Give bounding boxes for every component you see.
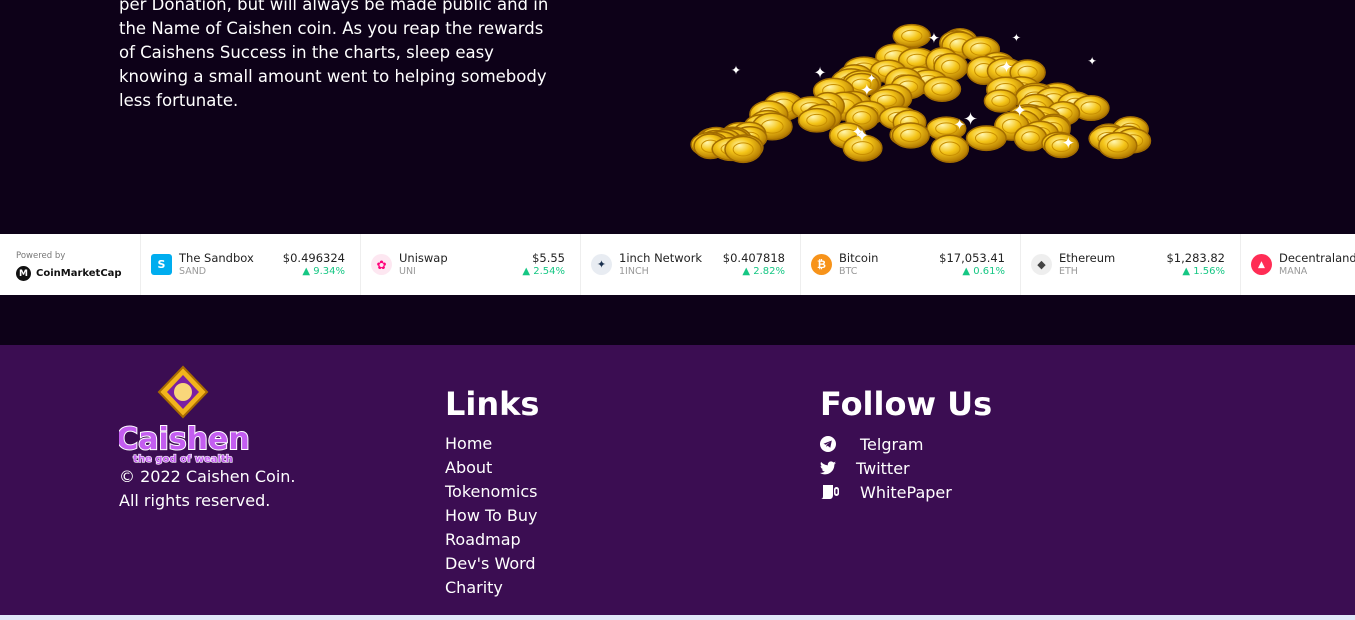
ticker-item-decentraland[interactable]: ▲ Decentraland MANA — [1241, 234, 1355, 295]
coin-change-value: 2.54% — [533, 266, 565, 277]
coin-name: 1inch Network — [619, 251, 703, 265]
coin-price: $5.55 — [532, 251, 565, 265]
coin-name: The Sandbox — [179, 251, 254, 265]
uniswap-icon: ✿ — [371, 254, 392, 275]
link-tokenomics[interactable]: Tokenomics — [445, 480, 538, 504]
ticker-item-1inch[interactable]: ✦ 1inch Network 1INCH $0.407818 ▲ 2.82% — [581, 234, 801, 295]
copyright-line-1: © 2022 Caishen Coin. — [119, 467, 296, 486]
twitter-icon — [820, 459, 840, 477]
link-roadmap[interactable]: Roadmap — [445, 528, 538, 552]
coin-change-value: 9.34% — [313, 266, 345, 277]
svg-text:✦: ✦ — [1012, 32, 1021, 45]
coinmarketcap-icon: M — [16, 266, 31, 281]
copyright: © 2022 Caishen Coin. All rights reserved… — [119, 465, 296, 513]
coin-name: Ethereum — [1059, 251, 1116, 265]
svg-text:✦: ✦ — [954, 118, 966, 134]
coin-name: Decentraland — [1279, 251, 1355, 265]
coin-symbol: MANA — [1279, 266, 1308, 277]
links-heading: Links — [445, 385, 540, 423]
whitepaper-icon — [820, 483, 840, 501]
svg-text:✦: ✦ — [731, 63, 741, 78]
coin-change: ▲ 0.61% — [962, 266, 1005, 277]
coin-change: ▲ 9.34% — [302, 266, 345, 277]
svg-text:✦: ✦ — [928, 31, 940, 47]
telegram-icon — [820, 435, 840, 453]
social-label: WhitePaper — [860, 482, 952, 502]
footer-links: Home About Tokenomics How To Buy Roadmap… — [445, 432, 538, 600]
ticker-item-sandbox[interactable]: S The Sandbox SAND $0.496324 ▲ 9.34% — [141, 234, 361, 295]
ethereum-icon: ◆ — [1031, 254, 1052, 275]
coin-change: ▲ 2.82% — [742, 266, 785, 277]
decentraland-icon: ▲ — [1251, 254, 1272, 275]
coinmarketcap-logo[interactable]: M CoinMarketCap — [16, 266, 122, 281]
coin-price: $0.407818 — [722, 251, 785, 265]
follow-us-heading: Follow Us — [820, 385, 993, 423]
gold-coins-image: ✦✦✦✦✦✦✦✦✦✦✦✦✦✦ — [690, 23, 1152, 164]
ticker-item-bitcoin[interactable]: ₿ Bitcoin BTC $17,053.41 ▲ 0.61% — [801, 234, 1021, 295]
coin-change-value: 0.61% — [973, 266, 1005, 277]
svg-text:✦: ✦ — [866, 72, 876, 86]
coin-price: $1,283.82 — [1166, 251, 1225, 265]
link-devs-word[interactable]: Dev's Word — [445, 552, 538, 576]
powered-by-coinmarketcap[interactable]: Powered by M CoinMarketCap — [0, 234, 141, 295]
link-charity[interactable]: Charity — [445, 576, 538, 600]
social-link-twitter[interactable]: Twitter — [820, 456, 952, 480]
coin-symbol: ETH — [1059, 266, 1078, 277]
brand-wordmark: Caishen — [119, 422, 249, 457]
coin-name: Bitcoin — [839, 251, 879, 265]
brand-tagline: the god of wealth — [133, 454, 233, 465]
coin-symbol: UNI — [399, 266, 416, 277]
social-links: Telgram Twitter WhitePaper — [820, 432, 952, 504]
svg-text:✦: ✦ — [1061, 133, 1074, 152]
coin-change: ▲ 2.54% — [522, 266, 565, 277]
coinmarketcap-label: CoinMarketCap — [36, 268, 122, 279]
coin-symbol: SAND — [179, 266, 207, 277]
bottom-strip — [0, 615, 1355, 620]
ticker-item-ethereum[interactable]: ◆ Ethereum ETH $1,283.82 ▲ 1.56% — [1021, 234, 1241, 295]
social-label: Telgram — [860, 434, 924, 454]
svg-text:✦: ✦ — [814, 64, 827, 82]
svg-text:✦: ✦ — [1000, 58, 1014, 77]
powered-by-label: Powered by — [16, 251, 66, 261]
caishen-logo[interactable]: Caishen the god of wealth — [119, 365, 299, 465]
coin-change: ▲ 1.56% — [1182, 266, 1225, 277]
coin-symbol: 1INCH — [619, 266, 649, 277]
link-about[interactable]: About — [445, 456, 538, 480]
coin-change-value: 2.82% — [753, 266, 785, 277]
social-label: Twitter — [856, 458, 910, 478]
svg-text:✦: ✦ — [1012, 101, 1027, 121]
site-footer: Caishen the god of wealth © 2022 Caishen… — [0, 345, 1355, 615]
coin-symbol: BTC — [839, 266, 858, 277]
charity-description: per Donation, but will always be made pu… — [119, 0, 549, 110]
caishen-emblem-icon: Caishen the god of wealth — [119, 365, 249, 465]
link-how-to-buy[interactable]: How To Buy — [445, 504, 538, 528]
crypto-price-ticker[interactable]: Powered by M CoinMarketCap S The Sandbox… — [0, 234, 1355, 295]
coin-price: $0.496324 — [282, 251, 345, 265]
social-link-whitepaper[interactable]: WhitePaper — [820, 480, 952, 504]
1inch-icon: ✦ — [591, 254, 612, 275]
bitcoin-icon: ₿ — [811, 254, 832, 275]
svg-text:✦: ✦ — [1087, 54, 1097, 68]
coin-price: $17,053.41 — [939, 251, 1005, 265]
coin-change-value: 1.56% — [1193, 266, 1225, 277]
sandbox-icon: S — [151, 254, 172, 275]
svg-text:✦: ✦ — [855, 126, 870, 146]
link-home[interactable]: Home — [445, 432, 538, 456]
social-link-telegram[interactable]: Telgram — [820, 432, 952, 456]
copyright-line-2: All rights reserved. — [119, 491, 271, 510]
ticker-item-uniswap[interactable]: ✿ Uniswap UNI $5.55 ▲ 2.54% — [361, 234, 581, 295]
coin-name: Uniswap — [399, 251, 448, 265]
hero-section: per Donation, but will always be made pu… — [0, 0, 1355, 234]
